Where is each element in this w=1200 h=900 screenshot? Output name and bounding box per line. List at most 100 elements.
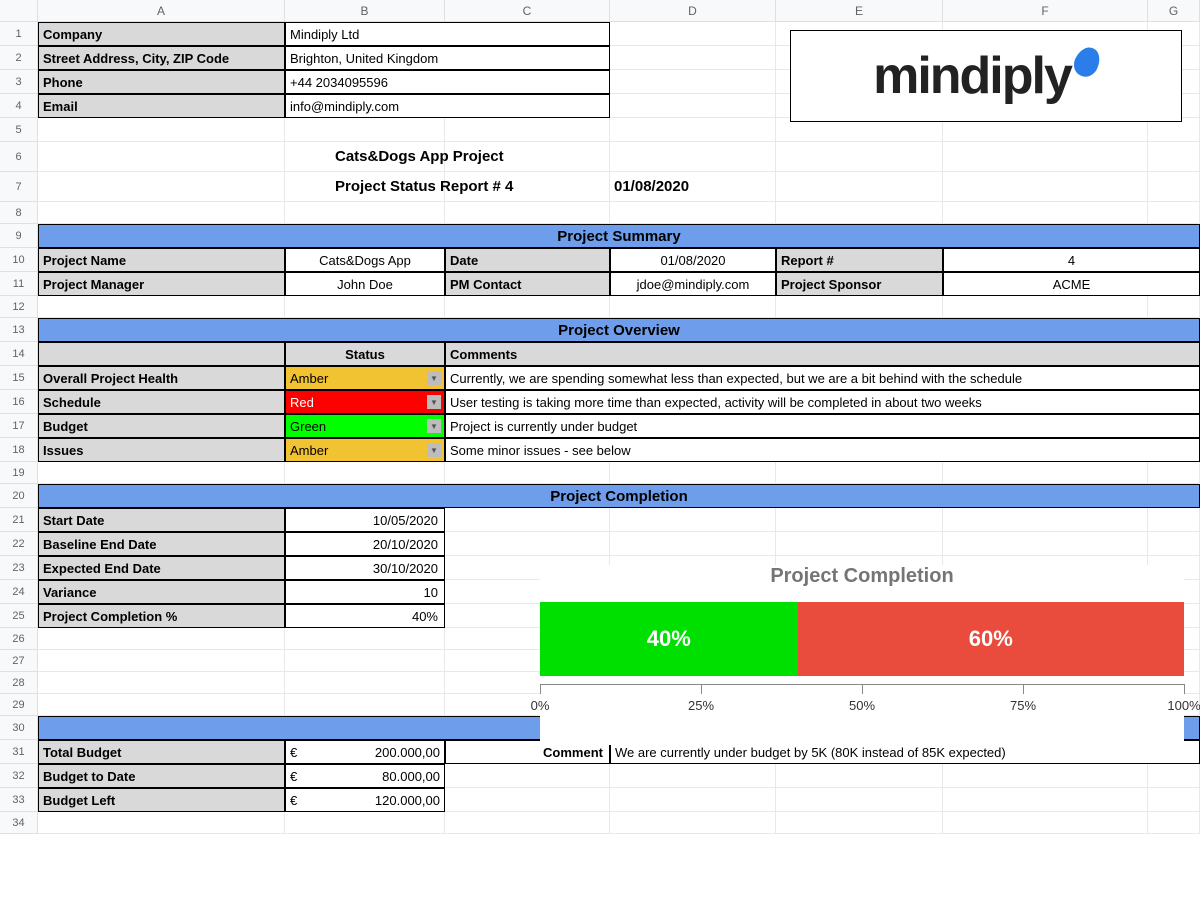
completion-label: Expected End Date bbox=[38, 556, 285, 580]
pm-value[interactable]: John Doe bbox=[285, 272, 445, 296]
row-header[interactable]: 25 bbox=[0, 604, 37, 628]
company-label: Street Address, City, ZIP Code bbox=[38, 46, 285, 70]
row-header[interactable]: 31 bbox=[0, 740, 37, 764]
status-dropdown[interactable]: Amber▼ bbox=[285, 438, 445, 462]
budget-label: Budget Left bbox=[38, 788, 285, 812]
completion-value[interactable]: 20/10/2020 bbox=[285, 532, 445, 556]
row-header[interactable]: 5 bbox=[0, 118, 37, 142]
completion-value[interactable]: 10 bbox=[285, 580, 445, 604]
row-header[interactable]: 18 bbox=[0, 438, 37, 462]
overview-comment[interactable]: Currently, we are spending somewhat less… bbox=[445, 366, 1200, 390]
row-header[interactable]: 34 bbox=[0, 812, 37, 834]
report-date: 01/08/2020 bbox=[610, 172, 776, 202]
sponsor-label: Project Sponsor bbox=[776, 272, 943, 296]
company-value[interactable]: Brighton, United Kingdom bbox=[285, 46, 610, 70]
row-header[interactable]: 4 bbox=[0, 94, 37, 118]
column-headers: ABCDEFG bbox=[0, 0, 1200, 22]
col-header[interactable]: D bbox=[610, 0, 776, 21]
col-header[interactable]: G bbox=[1148, 0, 1200, 21]
row-header[interactable]: 19 bbox=[0, 462, 37, 484]
row-header[interactable]: 9 bbox=[0, 224, 37, 248]
chevron-down-icon[interactable]: ▼ bbox=[427, 395, 441, 409]
completion-value[interactable]: 40% bbox=[285, 604, 445, 628]
date-label: Date bbox=[445, 248, 610, 272]
company-label: Company bbox=[38, 22, 285, 46]
status-dropdown[interactable]: Amber▼ bbox=[285, 366, 445, 390]
completion-value[interactable]: 30/10/2020 bbox=[285, 556, 445, 580]
row-header[interactable]: 29 bbox=[0, 694, 37, 716]
row-header[interactable]: 13 bbox=[0, 318, 37, 342]
col-header[interactable]: A bbox=[38, 0, 285, 21]
axis-tick-label: 25% bbox=[688, 698, 714, 713]
row-header[interactable]: 8 bbox=[0, 202, 37, 224]
row-header[interactable]: 1 bbox=[0, 22, 37, 46]
axis-tick-label: 50% bbox=[849, 698, 875, 713]
row-header[interactable]: 32 bbox=[0, 764, 37, 788]
row-header[interactable]: 28 bbox=[0, 672, 37, 694]
sponsor-value[interactable]: ACME bbox=[943, 272, 1200, 296]
status-dropdown[interactable]: Green▼ bbox=[285, 414, 445, 438]
proj-name-value[interactable]: Cats&Dogs App bbox=[285, 248, 445, 272]
report-label: Report # bbox=[776, 248, 943, 272]
row-header[interactable]: 12 bbox=[0, 296, 37, 318]
date-value[interactable]: 01/08/2020 bbox=[610, 248, 776, 272]
company-value[interactable]: Mindiply Ltd bbox=[285, 22, 610, 46]
completion-value[interactable]: 10/05/2020 bbox=[285, 508, 445, 532]
row-header[interactable]: 26 bbox=[0, 628, 37, 650]
col-header[interactable]: C bbox=[445, 0, 610, 21]
chevron-down-icon[interactable]: ▼ bbox=[427, 371, 441, 385]
company-label: Email bbox=[38, 94, 285, 118]
report-value[interactable]: 4 bbox=[943, 248, 1200, 272]
spreadsheet: ABCDEFG 12345678910111213141516171819202… bbox=[0, 0, 1200, 900]
row-header[interactable]: 17 bbox=[0, 414, 37, 438]
overview-comments-hdr: Comments bbox=[445, 342, 1200, 366]
company-value[interactable]: info@mindiply.com bbox=[285, 94, 610, 118]
col-header[interactable]: F bbox=[943, 0, 1148, 21]
chevron-down-icon[interactable]: ▼ bbox=[427, 443, 441, 457]
row-header[interactable]: 20 bbox=[0, 484, 37, 508]
corner-cell[interactable] bbox=[0, 0, 38, 21]
section-completion: Project Completion bbox=[38, 484, 1200, 508]
budget-label: Total Budget bbox=[38, 740, 285, 764]
overview-comment[interactable]: User testing is taking more time than ex… bbox=[445, 390, 1200, 414]
row-header[interactable]: 11 bbox=[0, 272, 37, 296]
overview-row-label: Issues bbox=[38, 438, 285, 462]
logo-dot-icon bbox=[1070, 43, 1104, 80]
row-header[interactable]: 21 bbox=[0, 508, 37, 532]
pmc-label: PM Contact bbox=[445, 272, 610, 296]
row-header[interactable]: 24 bbox=[0, 580, 37, 604]
row-header[interactable]: 6 bbox=[0, 142, 37, 172]
axis-tick-label: 100% bbox=[1167, 698, 1200, 713]
row-header[interactable]: 27 bbox=[0, 650, 37, 672]
row-header[interactable]: 14 bbox=[0, 342, 37, 366]
proj-name-label: Project Name bbox=[38, 248, 285, 272]
chart-bar: 40%60% bbox=[540, 602, 1184, 676]
row-header[interactable]: 7 bbox=[0, 172, 37, 202]
row-header[interactable]: 16 bbox=[0, 390, 37, 414]
col-header[interactable]: B bbox=[285, 0, 445, 21]
row-header[interactable]: 33 bbox=[0, 788, 37, 812]
row-header[interactable]: 23 bbox=[0, 556, 37, 580]
col-header[interactable]: E bbox=[776, 0, 943, 21]
row-header[interactable]: 15 bbox=[0, 366, 37, 390]
row-header[interactable]: 22 bbox=[0, 532, 37, 556]
chevron-down-icon[interactable]: ▼ bbox=[427, 419, 441, 433]
overview-comment[interactable]: Some minor issues - see below bbox=[445, 438, 1200, 462]
project-title: Cats&Dogs App Project bbox=[285, 142, 776, 172]
overview-comment[interactable]: Project is currently under budget bbox=[445, 414, 1200, 438]
budget-value[interactable]: €80.000,00 bbox=[285, 764, 445, 788]
axis-tick-label: 75% bbox=[1010, 698, 1036, 713]
pmc-value[interactable]: jdoe@mindiply.com bbox=[610, 272, 776, 296]
chart-axis: 0%25%50%75%100% bbox=[540, 684, 1184, 724]
budget-value[interactable]: €200.000,00 bbox=[285, 740, 445, 764]
row-header[interactable]: 3 bbox=[0, 70, 37, 94]
row-header[interactable]: 30 bbox=[0, 716, 37, 740]
row-header[interactable]: 2 bbox=[0, 46, 37, 70]
section-overview: Project Overview bbox=[38, 318, 1200, 342]
row-headers: 1234567891011121314151617181920212223242… bbox=[0, 22, 38, 834]
row-header[interactable]: 10 bbox=[0, 248, 37, 272]
status-dropdown[interactable]: Red▼ bbox=[285, 390, 445, 414]
overview-row-label: Budget bbox=[38, 414, 285, 438]
budget-value[interactable]: €120.000,00 bbox=[285, 788, 445, 812]
company-value[interactable]: +44 2034095596 bbox=[285, 70, 610, 94]
